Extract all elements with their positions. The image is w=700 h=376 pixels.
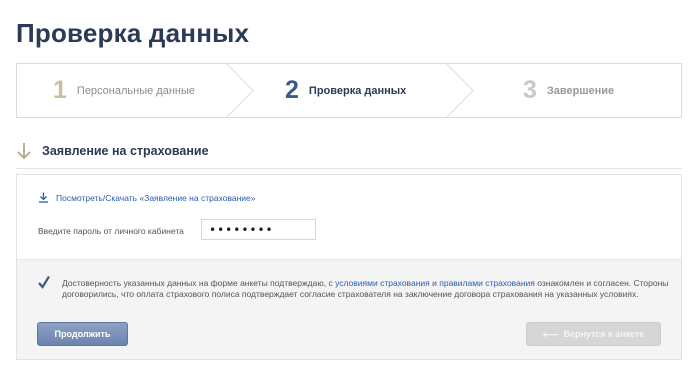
section-title: Заявление на страхование: [42, 144, 209, 158]
arrow-left-icon: ⟵: [542, 328, 559, 341]
download-application-link[interactable]: Посмотреть/Скачать «Заявление на страхов…: [38, 192, 256, 203]
step-number: 2: [285, 76, 299, 104]
step-label: Завершение: [546, 84, 615, 97]
download-icon: [39, 192, 48, 203]
password-label: Введите пароль от личного кабинета: [38, 226, 184, 236]
step-label: Персональные данные: [76, 84, 195, 97]
arrow-down-icon: [17, 143, 31, 160]
agreement-text-part: Достоверность указанных данных на форме …: [62, 278, 336, 288]
step-separator-icon: [446, 64, 474, 117]
password-input[interactable]: [201, 219, 316, 240]
rules-link[interactable]: правилами страхования: [439, 278, 535, 288]
step-number: 3: [523, 76, 537, 104]
step-completion: 3 Завершение: [523, 64, 614, 117]
section-header: Заявление на страхование: [16, 142, 209, 160]
step-separator-icon: [226, 64, 254, 117]
terms-link[interactable]: условиями страхования: [335, 278, 430, 288]
continue-button[interactable]: Продолжить: [37, 322, 128, 346]
progress-steps: 1 Персональные данные 2 Проверка данных …: [16, 63, 682, 118]
download-link-label: Посмотреть/Скачать «Заявление на страхов…: [56, 192, 256, 203]
application-form: Посмотреть/Скачать «Заявление на страхов…: [16, 174, 682, 360]
page-title: Проверка данных: [16, 18, 250, 48]
step-number: 1: [53, 76, 67, 104]
agreement-checkbox[interactable]: [38, 275, 50, 289]
agreement-text-part: и: [429, 278, 440, 288]
step-personal-data[interactable]: 1 Персональные данные: [53, 64, 195, 117]
back-to-form-button[interactable]: ⟵ Вернутся к анкете: [526, 322, 661, 346]
back-button-label: Вернутся к анкете: [563, 329, 645, 339]
section-divider: [16, 168, 682, 169]
agreement-text: Достоверность указанных данных на форме …: [62, 278, 674, 300]
step-label: Проверка данных: [308, 84, 407, 97]
step-data-check: 2 Проверка данных: [285, 64, 406, 117]
